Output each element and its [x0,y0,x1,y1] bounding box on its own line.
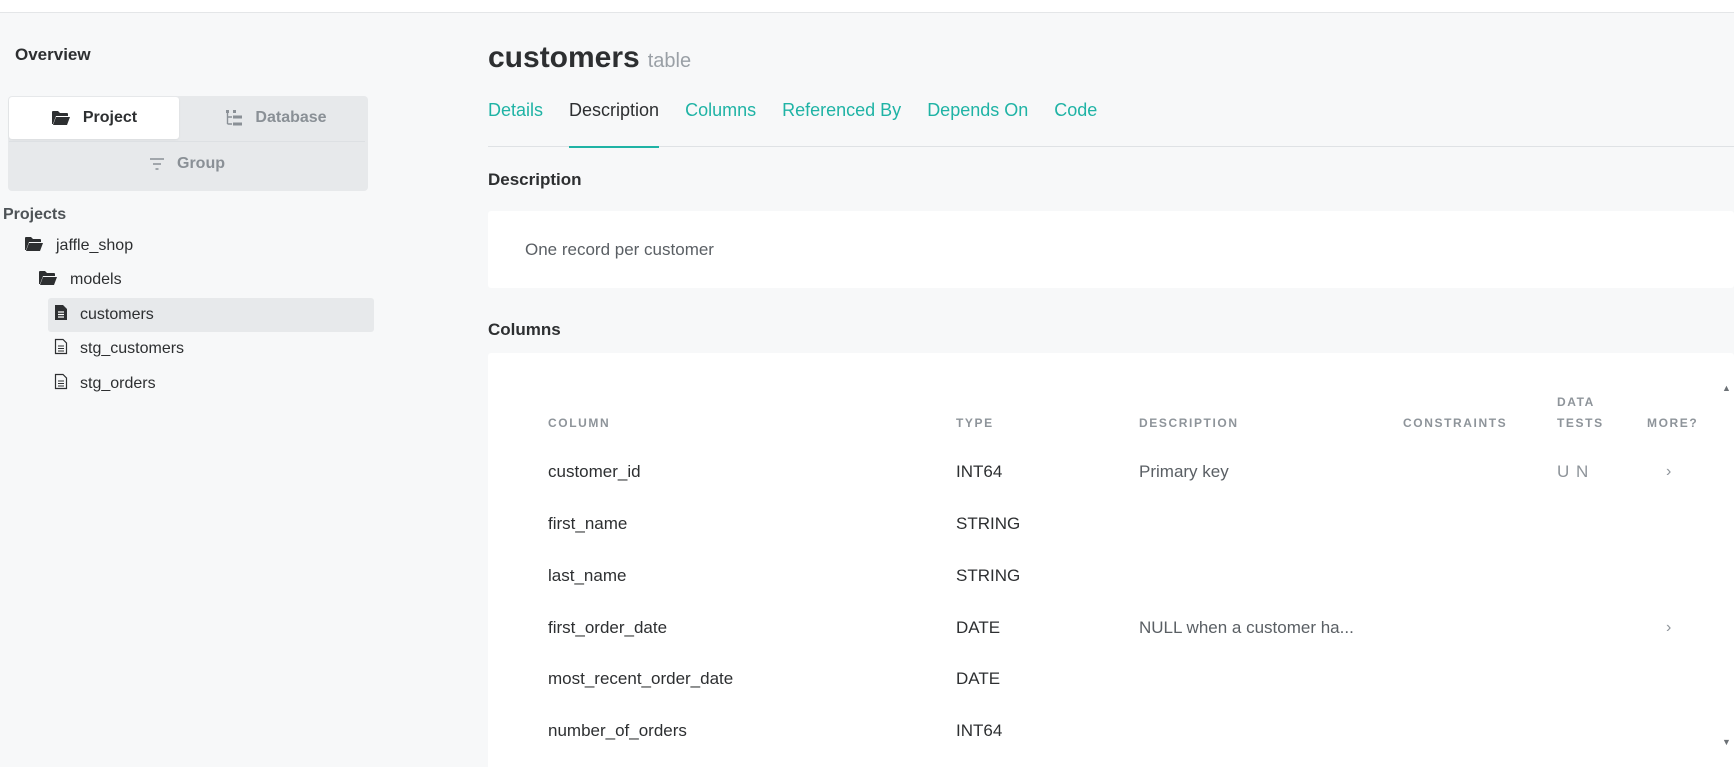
column-name: first_order_date [548,618,668,637]
column-description: NULL when a customer ha... [1139,618,1354,637]
tab-bar: Details Description Columns Referenced B… [488,95,1734,148]
column-type: INT64 [956,462,1003,481]
table-row: customer_id INT64 Primary key U N › [488,460,1734,512]
column-header-constraints: CONSTRAINTS [1403,416,1508,430]
model-name: customers [488,41,640,74]
table-row: most_recent_order_date DATE [488,667,1734,719]
chevron-right-icon[interactable]: › [1666,460,1671,484]
columns-heading: Columns [488,320,561,339]
column-header-data-tests: DATA TESTS [1557,395,1604,430]
chevron-right-icon[interactable]: › [1666,616,1671,640]
tree-file-stg-orders[interactable]: stg_orders [48,367,156,401]
column-type: STRING [956,566,1021,585]
tab-details[interactable]: Details [488,95,543,147]
folder-open-icon [24,236,44,257]
column-name: number_of_orders [548,721,687,740]
column-type: DATE [956,618,1001,637]
project-view-label: Project [82,109,138,126]
tree-file-label: customers [80,306,154,323]
tab-columns[interactable]: Columns [685,95,756,147]
folder-open-icon [51,110,71,126]
tree-folder-label: models [70,271,122,288]
folder-open-icon [38,270,58,291]
column-name: first_name [548,514,628,533]
scroll-down-arrow[interactable]: ▼ [1722,737,1731,747]
column-type: DATE [956,669,1001,688]
overview-title: Overview [15,45,91,64]
group-view-button[interactable]: Group [9,141,365,185]
column-header-column: COLUMN [548,416,611,430]
description-text: One record per customer [525,240,714,259]
column-header-more: MORE? [1647,416,1699,430]
top-bar [0,0,1734,13]
filter-lines-icon [149,157,165,171]
tree-file-customers[interactable]: customers [48,298,374,332]
column-header-type: TYPE [956,416,994,430]
tab-referenced-by[interactable]: Referenced By [782,95,901,147]
tree-project-jaffle-shop[interactable]: jaffle_shop [24,229,133,263]
column-type: STRING [956,514,1021,533]
sidebar: Overview Project Database Group Projects… [0,13,380,767]
column-type: INT64 [956,721,1003,740]
document-filled-icon [54,304,68,326]
table-row: number_of_orders INT64 [488,719,1734,767]
projects-heading: Projects [3,206,67,223]
project-view-button[interactable]: Project [9,97,179,139]
view-switcher: Project Database Group [8,96,368,191]
tab-code[interactable]: Code [1054,95,1097,147]
model-type: table [647,50,692,72]
tab-description[interactable]: Description [569,95,660,148]
column-name: last_name [548,566,627,585]
page-title: customers table [488,41,691,75]
database-view-label: Database [255,109,327,126]
document-outline-icon [54,373,68,395]
column-name: most_recent_order_date [548,669,734,688]
tree-project-label: jaffle_shop [56,237,134,254]
main-panel: customers table Details Description Colu… [488,13,1734,767]
description-card: One record per customer [488,211,1734,288]
tree-file-label: stg_customers [80,340,185,357]
document-outline-icon [54,338,68,360]
tree-folder-models[interactable]: models [38,263,122,297]
tree-structure-icon [225,109,243,127]
column-name: customer_id [548,462,641,481]
columns-table: COLUMN TYPE DESCRIPTION CONSTRAINTS DATA… [488,353,1734,767]
column-description: Primary key [1139,462,1229,481]
table-row: first_name STRING [488,512,1734,564]
description-heading: Description [488,170,582,189]
tab-depends-on[interactable]: Depends On [927,95,1028,147]
table-row: last_name STRING [488,564,1734,616]
database-view-button[interactable]: Database [188,97,364,139]
scroll-up-arrow[interactable]: ▲ [1722,383,1731,393]
table-row: first_order_date DATE NULL when a custom… [488,616,1734,668]
group-view-label: Group [177,154,225,172]
tree-file-stg-customers[interactable]: stg_customers [48,332,184,366]
column-tests: U N [1557,462,1590,481]
column-header-description: DESCRIPTION [1139,416,1239,430]
tree-file-label: stg_orders [80,375,156,392]
